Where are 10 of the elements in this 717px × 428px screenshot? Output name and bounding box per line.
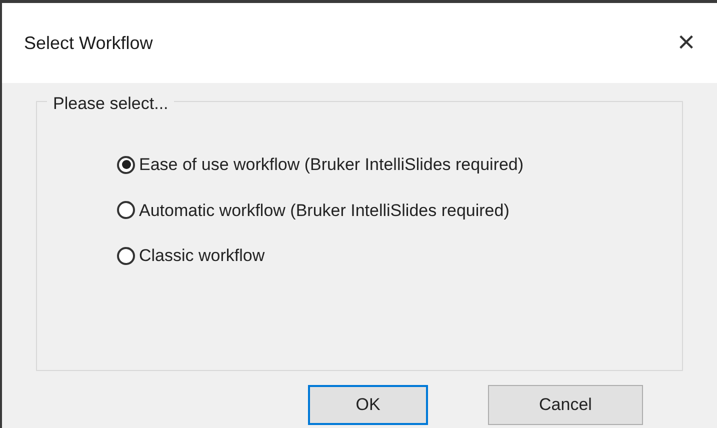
radio-option[interactable]: Ease of use workflow (Bruker IntelliSlides required)	[117, 152, 524, 178]
radio-option[interactable]: Classic workflow	[117, 243, 265, 268]
radio-button[interactable]	[117, 156, 135, 174]
radio-option[interactable]: Automatic workflow (Bruker IntelliSlides required)	[117, 198, 510, 223]
window-title: Select Workflow	[24, 32, 153, 54]
radio-button[interactable]	[117, 201, 135, 220]
close-button[interactable]: ×	[669, 28, 703, 58]
dialog-button[interactable]: OK	[308, 385, 428, 425]
radio-button[interactable]	[117, 246, 135, 265]
dialog-button[interactable]: Cancel	[488, 385, 643, 425]
